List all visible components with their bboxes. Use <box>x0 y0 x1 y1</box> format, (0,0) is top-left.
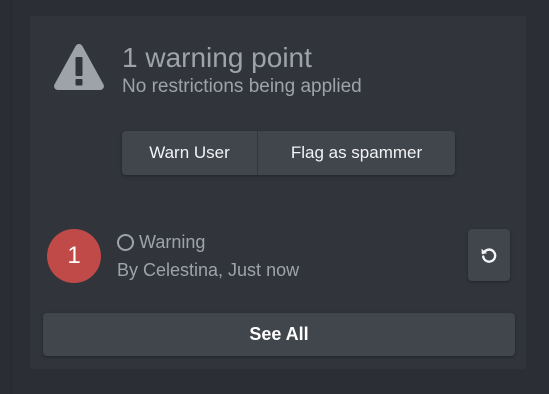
restriction-status: No restrictions being applied <box>122 76 362 97</box>
page: 1 warning point No restrictions being ap… <box>0 0 549 394</box>
warnings-panel: 1 warning point No restrictions being ap… <box>30 16 526 369</box>
warning-meta: By Celestina, Just now <box>117 260 300 280</box>
flag-spammer-button[interactable]: Flag as spammer <box>258 131 455 175</box>
warning-entry: 1 Warning By Celestina, Just now <box>47 229 511 285</box>
warning-summary: 1 warning point No restrictions being ap… <box>52 42 362 99</box>
see-all-button[interactable]: See All <box>43 313 515 356</box>
moderation-actions: Warn User Flag as spammer <box>122 131 455 175</box>
warning-points-title: 1 warning point <box>122 42 312 73</box>
warning-triangle-icon <box>54 44 104 90</box>
circle-outline-icon <box>117 234 134 251</box>
undo-warning-button[interactable] <box>468 229 510 281</box>
warning-type: Warning <box>117 232 205 253</box>
left-rail <box>0 0 12 394</box>
warn-user-button[interactable]: Warn User <box>122 131 258 175</box>
warning-points-badge: 1 <box>47 229 101 283</box>
undo-icon <box>481 248 497 263</box>
warning-type-label: Warning <box>139 232 206 252</box>
